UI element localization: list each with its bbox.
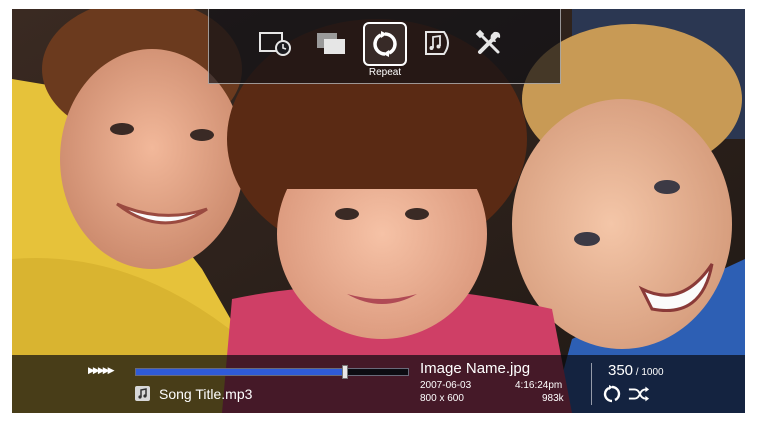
music-icon[interactable] [421,25,457,61]
image-name: Image Name.jpg [420,360,531,377]
slideshow-clock-icon[interactable] [257,25,293,61]
speed-indicator: ▶▶▶▶▶ [88,365,115,375]
counter-current: 350 [608,362,634,379]
song-title: Song Title.mp3 [159,386,253,402]
counter-total: 1000 [641,367,664,378]
repeat-icon[interactable] [363,22,407,66]
progress-fill [136,369,346,375]
slideshow-menu: Repeat [208,9,561,84]
menu-selected-label: Repeat [368,67,402,78]
image-time: 4:16:24pm [515,380,563,391]
music-note-icon [135,386,150,401]
progress-bar[interactable] [135,365,409,379]
info-bar: ▶▶▶▶▶ Song Title.mp3 Image Name.jpg 2007… [12,355,745,413]
photo-counter: 350 / 1000 [608,362,664,379]
progress-knob[interactable] [342,365,348,379]
tools-icon[interactable] [471,25,507,61]
transition-icon[interactable] [313,25,349,61]
photo-viewer: Repeat ▶▶▶▶▶ Song Title.mp3 Image Name.j… [12,9,745,413]
image-date: 2007-06-03 [420,380,472,391]
image-dimensions: 800 x 600 [420,393,464,404]
shuffle-icon [628,385,650,403]
divider [591,363,592,405]
repeat-status-icon [601,385,623,403]
image-size: 983k [542,393,564,404]
